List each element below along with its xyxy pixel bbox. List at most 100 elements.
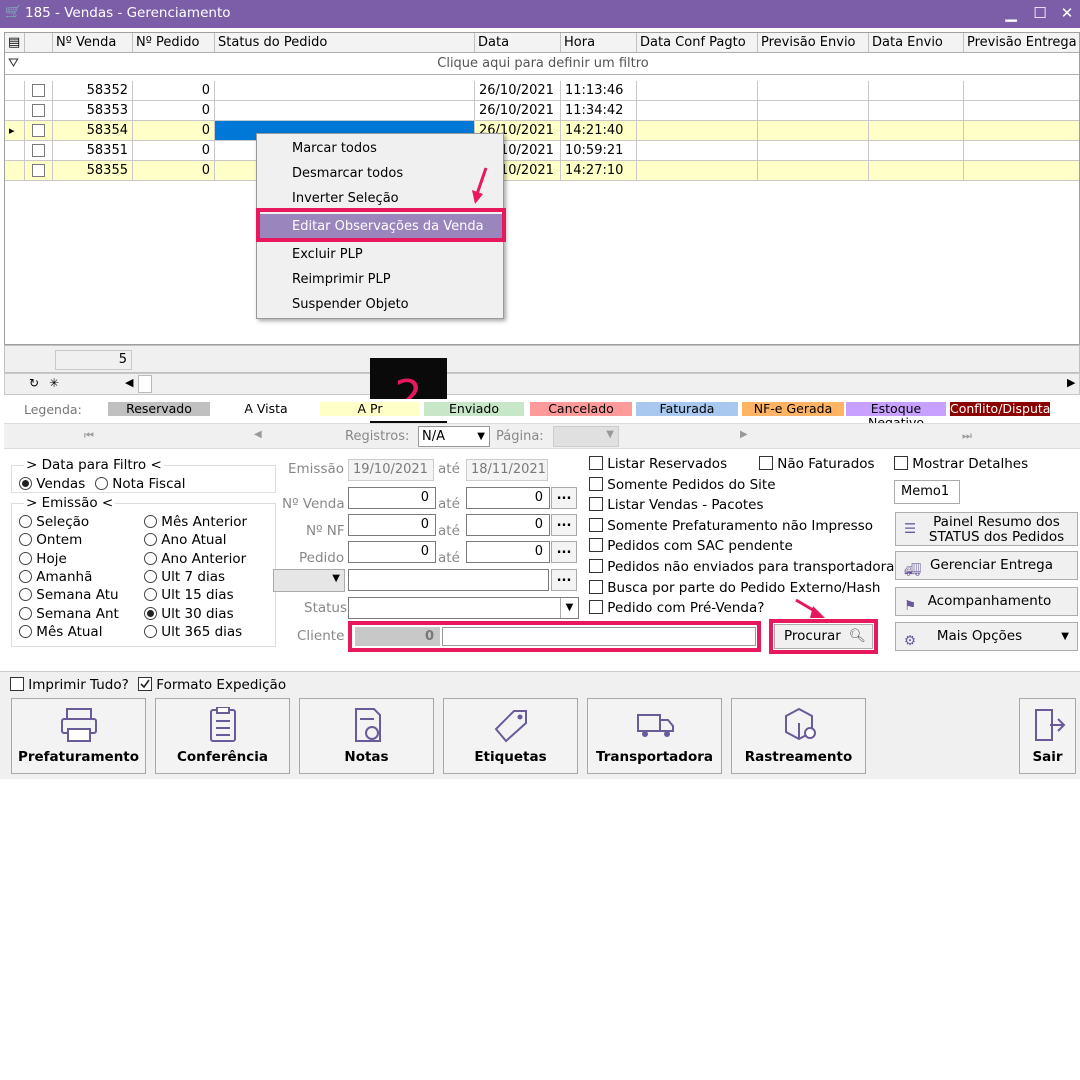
emissao-to-input[interactable]: 18/11/2021 bbox=[466, 459, 548, 481]
num-nf-lookup-button[interactable]: ... bbox=[551, 514, 577, 536]
pedido-lookup-button[interactable]: ... bbox=[551, 541, 577, 563]
header-previsao-entrega[interactable]: Previsão Entrega bbox=[964, 33, 1079, 53]
rastreamento-button[interactable]: Rastreamento bbox=[731, 698, 866, 774]
close-button[interactable]: ✕ bbox=[1054, 2, 1080, 24]
period-radio[interactable]: Ano Anterior bbox=[144, 551, 246, 567]
filter-checkbox[interactable]: Listar Vendas - Pacotes bbox=[589, 497, 764, 513]
filter-checkbox[interactable]: Listar Reservados bbox=[589, 456, 727, 472]
filter-checkbox[interactable]: Pedidos com SAC pendente bbox=[589, 538, 793, 554]
period-radio[interactable]: Ult 15 dias bbox=[144, 587, 234, 603]
scroll-right-arrow[interactable]: ▶ bbox=[1067, 376, 1075, 389]
formato-expedicao-check[interactable]: Formato Expedição bbox=[138, 677, 286, 693]
period-radio[interactable]: Semana Ant bbox=[19, 606, 119, 622]
cell-num-venda[interactable]: 58353 bbox=[53, 101, 133, 121]
row-checkbox[interactable] bbox=[25, 141, 53, 161]
cell-empty[interactable] bbox=[964, 121, 1079, 141]
period-radio[interactable]: Hoje bbox=[19, 551, 67, 567]
filter-checkbox[interactable]: Pedidos não enviados para transportadora bbox=[589, 559, 894, 575]
prev-page-icon[interactable]: ◀ bbox=[254, 429, 262, 440]
cell-empty[interactable] bbox=[637, 101, 758, 121]
cell-empty[interactable] bbox=[758, 141, 869, 161]
cell-hora[interactable]: 11:34:42 bbox=[561, 101, 637, 121]
scroll-left-arrow[interactable]: ◀ bbox=[125, 376, 133, 389]
cell-empty[interactable] bbox=[637, 141, 758, 161]
menu-item-suspender-objeto[interactable]: Suspender Objeto bbox=[257, 292, 503, 317]
filter-icon[interactable]: ⛛ bbox=[8, 53, 19, 75]
cell-hora[interactable]: 11:13:46 bbox=[561, 81, 637, 101]
menu-item-marcar-todos[interactable]: Marcar todos bbox=[257, 136, 503, 161]
cell-empty[interactable] bbox=[758, 101, 869, 121]
cell-empty[interactable] bbox=[758, 121, 869, 141]
cell-empty[interactable] bbox=[869, 81, 964, 101]
mostrar-detalhes-check[interactable]: Mostrar Detalhes bbox=[894, 456, 1028, 472]
cliente-code-input[interactable]: 0 bbox=[355, 627, 440, 646]
cell-data[interactable]: 26/10/2021 bbox=[475, 101, 561, 121]
header-check-column[interactable] bbox=[25, 33, 53, 53]
imprimir-tudo-check[interactable]: Imprimir Tudo? bbox=[10, 677, 129, 693]
filter-row[interactable]: ⛛ Clique aqui para definir um filtro bbox=[5, 53, 1079, 75]
period-radio[interactable]: Seleção bbox=[19, 514, 89, 530]
header-hora[interactable]: Hora bbox=[561, 33, 637, 53]
first-page-icon[interactable]: ⏮ bbox=[84, 429, 94, 443]
cell-empty[interactable] bbox=[869, 101, 964, 121]
memo-field[interactable]: Memo1 bbox=[894, 480, 960, 504]
pedido-to-input[interactable]: 0 bbox=[466, 541, 550, 563]
status-select[interactable]: ▼ bbox=[348, 597, 579, 619]
num-nf-from-input[interactable]: 0 bbox=[348, 514, 436, 536]
cell-num-venda[interactable]: 58351 bbox=[53, 141, 133, 161]
filter-checkbox[interactable]: Pedido com Pré-Venda? bbox=[589, 600, 764, 616]
period-radio[interactable]: Mês Anterior bbox=[144, 514, 247, 530]
scroll-thumb[interactable] bbox=[138, 375, 152, 393]
menu-item-desmarcar-todos[interactable]: Desmarcar todos bbox=[257, 161, 503, 186]
type-value-input[interactable] bbox=[348, 569, 549, 591]
sales-grid[interactable]: ▤ Nº Venda Nº Pedido Status do Pedido Da… bbox=[4, 32, 1080, 345]
cell-num-pedido[interactable]: 0 bbox=[133, 121, 215, 141]
refresh-icon[interactable]: ↻ bbox=[29, 376, 39, 390]
sair-button[interactable]: Sair bbox=[1019, 698, 1076, 774]
menu-item-excluir-plp[interactable]: Excluir PLP bbox=[257, 242, 503, 267]
transportadora-button[interactable]: Transportadora bbox=[587, 698, 722, 774]
cell-num-pedido[interactable]: 0 bbox=[133, 101, 215, 121]
filter-checkbox[interactable]: Somente Pedidos do Site bbox=[589, 476, 776, 493]
num-venda-to-input[interactable]: 0 bbox=[466, 487, 550, 509]
cell-hora[interactable]: 14:27:10 bbox=[561, 161, 637, 181]
row-checkbox[interactable] bbox=[25, 161, 53, 181]
period-radio[interactable]: Ult 365 dias bbox=[144, 624, 242, 640]
num-venda-from-input[interactable]: 0 bbox=[348, 487, 436, 509]
cell-num-pedido[interactable]: 0 bbox=[133, 141, 215, 161]
prefaturamento-button[interactable]: Prefaturamento bbox=[11, 698, 146, 774]
procurar-button[interactable]: Procurar 🔍︎ bbox=[774, 624, 873, 649]
cell-empty[interactable] bbox=[869, 121, 964, 141]
period-radio[interactable]: Ano Atual bbox=[144, 532, 227, 548]
cell-empty[interactable] bbox=[964, 101, 1079, 121]
cell-status[interactable] bbox=[215, 101, 475, 121]
cell-empty[interactable] bbox=[964, 141, 1079, 161]
header-data-conf-pagto[interactable]: Data Conf Pagto bbox=[637, 33, 758, 53]
cell-num-venda[interactable]: 58352 bbox=[53, 81, 133, 101]
cell-empty[interactable] bbox=[758, 161, 869, 181]
filter-checkbox[interactable]: Somente Prefaturamento não Impresso bbox=[589, 517, 873, 534]
cell-num-venda[interactable]: 58354 bbox=[53, 121, 133, 141]
emissao-from-input[interactable]: 19/10/2021 bbox=[348, 459, 434, 481]
asterisk-icon[interactable]: ✳ bbox=[49, 376, 59, 390]
row-checkbox[interactable] bbox=[25, 81, 53, 101]
type-select[interactable]: ▼ bbox=[273, 569, 345, 592]
cell-empty[interactable] bbox=[637, 81, 758, 101]
type-lookup-button[interactable]: ... bbox=[551, 569, 577, 591]
minimize-button[interactable]: ▁ bbox=[998, 2, 1024, 24]
cell-empty[interactable] bbox=[964, 81, 1079, 101]
filter-checkbox[interactable]: Busca por parte do Pedido Externo/Hash bbox=[589, 579, 880, 596]
radio-vendas[interactable]: Vendas bbox=[19, 476, 85, 492]
cell-empty[interactable] bbox=[637, 161, 758, 181]
num-venda-lookup-button[interactable]: ... bbox=[551, 487, 577, 509]
header-data[interactable]: Data bbox=[475, 33, 561, 53]
cell-empty[interactable] bbox=[637, 121, 758, 141]
header-num-venda[interactable]: Nº Venda bbox=[53, 33, 133, 53]
num-nf-to-input[interactable]: 0 bbox=[466, 514, 550, 536]
period-radio[interactable]: Amanhã bbox=[19, 569, 92, 585]
last-page-icon[interactable]: ⏭ bbox=[962, 429, 972, 443]
header-status-pedido[interactable]: Status do Pedido bbox=[215, 33, 475, 53]
row-checkbox[interactable] bbox=[25, 121, 53, 141]
registros-select[interactable]: N/A ▼ bbox=[418, 426, 490, 447]
cell-hora[interactable]: 10:59:21 bbox=[561, 141, 637, 161]
